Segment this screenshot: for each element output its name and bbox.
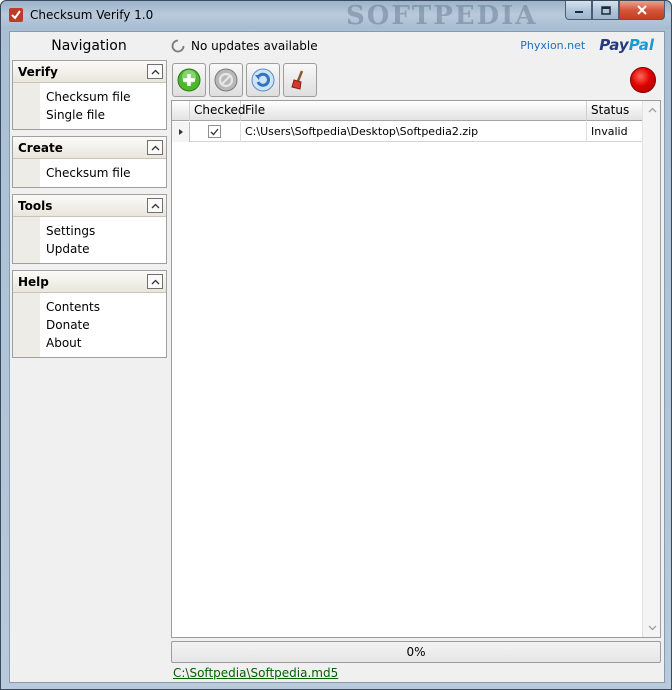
cell-status: Invalid xyxy=(591,125,628,138)
record-stop-icon[interactable] xyxy=(630,67,656,93)
progress-bar: 0% xyxy=(171,641,661,663)
nav-group-title: Verify xyxy=(18,65,58,79)
app-logo-icon xyxy=(9,8,23,22)
vertical-scrollbar[interactable] xyxy=(642,101,660,637)
grid-header: Checked File Status xyxy=(172,101,642,121)
scroll-down-button[interactable] xyxy=(644,620,660,636)
row-selector[interactable] xyxy=(172,122,190,142)
chevron-up-icon xyxy=(648,107,656,113)
close-icon xyxy=(637,5,647,15)
collapse-button[interactable] xyxy=(147,274,163,289)
column-file[interactable]: File xyxy=(241,101,587,121)
nav-item-create-checksum-file[interactable]: Checksum file xyxy=(13,164,166,182)
cell-file: C:\Users\Softpedia\Desktop\Softpedia2.zi… xyxy=(241,122,587,142)
cell-checked xyxy=(190,122,241,142)
nav-group-create: Create Checksum file xyxy=(12,136,167,188)
chevron-up-icon xyxy=(151,203,159,208)
nav-group-title: Help xyxy=(18,275,49,289)
add-button[interactable] xyxy=(172,63,206,97)
nav-item-verify-checksum-file[interactable]: Checksum file xyxy=(13,88,166,106)
nav-item-about[interactable]: About xyxy=(13,334,166,352)
update-status: No updates available xyxy=(171,36,318,56)
maximize-icon xyxy=(600,5,611,15)
chevron-up-icon xyxy=(151,279,159,284)
cancel-button[interactable] xyxy=(209,63,243,97)
nav-item-contents[interactable]: Contents xyxy=(13,298,166,316)
client-area: Navigation Verify Checksum file Single f… xyxy=(9,31,665,683)
nav-group-header[interactable]: Create xyxy=(13,137,166,159)
checksum-file-link[interactable]: C:\Softpedia\Softpedia.md5 xyxy=(173,666,338,680)
nav-item-donate[interactable]: Donate xyxy=(13,316,166,334)
checkmark-icon xyxy=(210,128,219,135)
add-icon xyxy=(177,68,201,92)
nav-group-header[interactable]: Tools xyxy=(13,195,166,217)
minimize-icon xyxy=(574,11,583,13)
nav-group-title: Tools xyxy=(18,199,53,213)
window-title: Checksum Verify 1.0 xyxy=(30,8,154,22)
navigation-title: Navigation xyxy=(51,38,127,54)
verify-button[interactable] xyxy=(246,63,280,97)
column-status[interactable]: Status xyxy=(587,101,642,121)
watermark: SOFTPEDIA xyxy=(346,1,538,31)
update-status-text: No updates available xyxy=(191,39,318,53)
refresh-spinner-icon xyxy=(171,39,185,53)
column-checked[interactable]: Checked xyxy=(190,101,246,121)
current-row-arrow-icon xyxy=(178,129,183,135)
chevron-up-icon xyxy=(151,69,159,74)
toolbar xyxy=(172,63,320,97)
table-row[interactable]: C:\Users\Softpedia\Desktop\Softpedia2.zi… xyxy=(172,122,642,142)
nav-group-help: Help Contents Donate About xyxy=(12,270,167,358)
paypal-logo[interactable]: PayPal xyxy=(599,36,654,54)
chevron-up-icon xyxy=(151,145,159,150)
nav-group-title: Create xyxy=(18,141,63,155)
navigation-panel: Navigation Verify Checksum file Single f… xyxy=(11,33,167,683)
app-window: Checksum Verify 1.0 SOFTPEDIA Navigation… xyxy=(0,0,672,690)
broom-icon xyxy=(291,70,304,90)
maximize-button[interactable] xyxy=(592,1,619,20)
nav-group-verify: Verify Checksum file Single file xyxy=(12,60,167,130)
nav-group-header[interactable]: Help xyxy=(13,271,166,293)
checked-checkbox[interactable] xyxy=(208,125,221,138)
minimize-button[interactable] xyxy=(565,1,592,20)
refresh-icon xyxy=(251,68,275,92)
title-bar[interactable]: Checksum Verify 1.0 SOFTPEDIA xyxy=(1,1,671,31)
phyxion-link[interactable]: Phyxion.net xyxy=(520,39,585,52)
nav-item-update[interactable]: Update xyxy=(13,240,166,258)
row-header-column xyxy=(172,101,190,121)
collapse-button[interactable] xyxy=(147,140,163,155)
close-button[interactable] xyxy=(619,1,665,20)
nav-group-tools: Tools Settings Update xyxy=(12,194,167,264)
clear-button[interactable] xyxy=(283,63,317,97)
collapse-button[interactable] xyxy=(147,198,163,213)
chevron-down-icon xyxy=(648,625,656,631)
stop-icon xyxy=(214,68,238,92)
scroll-up-button[interactable] xyxy=(644,102,660,118)
nav-item-verify-single-file[interactable]: Single file xyxy=(13,106,166,124)
collapse-button[interactable] xyxy=(147,64,163,79)
nav-group-header[interactable]: Verify xyxy=(13,61,166,83)
nav-item-settings[interactable]: Settings xyxy=(13,222,166,240)
file-grid: Checked File Status C:\Users\Softpedia\D… xyxy=(171,100,661,638)
